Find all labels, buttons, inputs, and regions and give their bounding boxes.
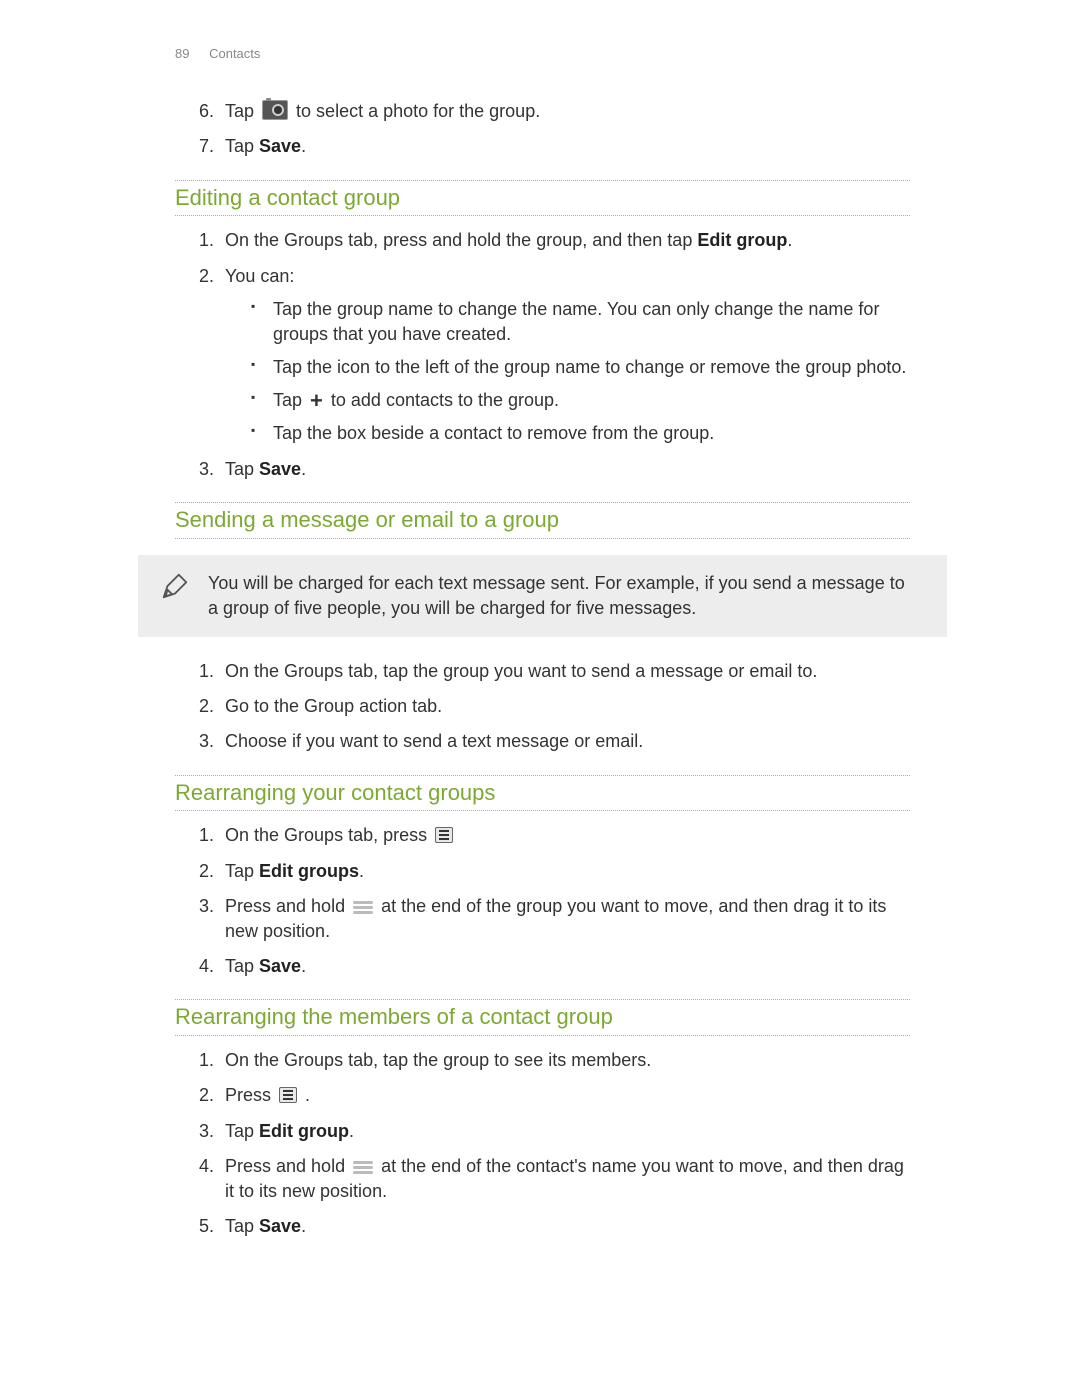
edit-step-3: Tap Save.	[219, 457, 910, 482]
rm-step-2: Press .	[219, 1083, 910, 1108]
rg-step-2: Tap Edit groups.	[219, 859, 910, 884]
edit-step-1: On the Groups tab, press and hold the gr…	[219, 228, 910, 253]
page-number: 89	[175, 46, 189, 61]
send-step-3: Choose if you want to send a text messag…	[219, 729, 910, 754]
edit-bullet-1: Tap the group name to change the name. Y…	[269, 297, 910, 347]
step-7: Tap Save.	[219, 134, 910, 159]
menu-icon	[279, 1087, 297, 1103]
edit-bullets: Tap the group name to change the name. Y…	[225, 297, 910, 447]
rm-step-3: Tap Edit group.	[219, 1119, 910, 1144]
pencil-icon	[160, 571, 190, 608]
note-box: You will be charged for each text messag…	[138, 555, 947, 637]
section-title-editing: Editing a contact group	[175, 180, 910, 217]
rg-step-1: On the Groups tab, press	[219, 823, 910, 848]
rg-step-3: Press and hold at the end of the group y…	[219, 894, 910, 944]
rm-step-4: Press and hold at the end of the contact…	[219, 1154, 910, 1204]
note-text: You will be charged for each text messag…	[208, 573, 905, 618]
document-page: 89 Contacts Tap to select a photo for th…	[0, 0, 1080, 1397]
rearrange-groups-steps: On the Groups tab, press Tap Edit groups…	[175, 823, 910, 979]
page-header: 89 Contacts	[175, 45, 910, 63]
plus-icon: +	[310, 390, 323, 412]
drag-handle-icon	[353, 900, 373, 914]
step-6: Tap to select a photo for the group.	[219, 99, 910, 124]
edit-bullet-2: Tap the icon to the left of the group na…	[269, 355, 910, 380]
rm-step-1: On the Groups tab, tap the group to see …	[219, 1048, 910, 1073]
section-title-sending: Sending a message or email to a group	[175, 502, 910, 539]
rg-step-4: Tap Save.	[219, 954, 910, 979]
editing-steps: On the Groups tab, press and hold the gr…	[175, 228, 910, 482]
section-title-rearrange-members: Rearranging the members of a contact gro…	[175, 999, 910, 1036]
edit-bullet-3: Tap + to add contacts to the group.	[269, 388, 910, 413]
section-title-rearrange-groups: Rearranging your contact groups	[175, 775, 910, 812]
rm-step-5: Tap Save.	[219, 1214, 910, 1239]
edit-step-2: You can: Tap the group name to change th…	[219, 264, 910, 447]
chapter-name: Contacts	[209, 46, 260, 61]
rearrange-members-steps: On the Groups tab, tap the group to see …	[175, 1048, 910, 1239]
send-step-1: On the Groups tab, tap the group you wan…	[219, 659, 910, 684]
send-step-2: Go to the Group action tab.	[219, 694, 910, 719]
sending-steps: On the Groups tab, tap the group you wan…	[175, 659, 910, 755]
top-steps-list: Tap to select a photo for the group. Tap…	[175, 99, 910, 159]
menu-icon	[435, 827, 453, 843]
edit-bullet-4: Tap the box beside a contact to remove f…	[269, 421, 910, 446]
drag-handle-icon	[353, 1160, 373, 1174]
camera-icon	[262, 100, 288, 120]
